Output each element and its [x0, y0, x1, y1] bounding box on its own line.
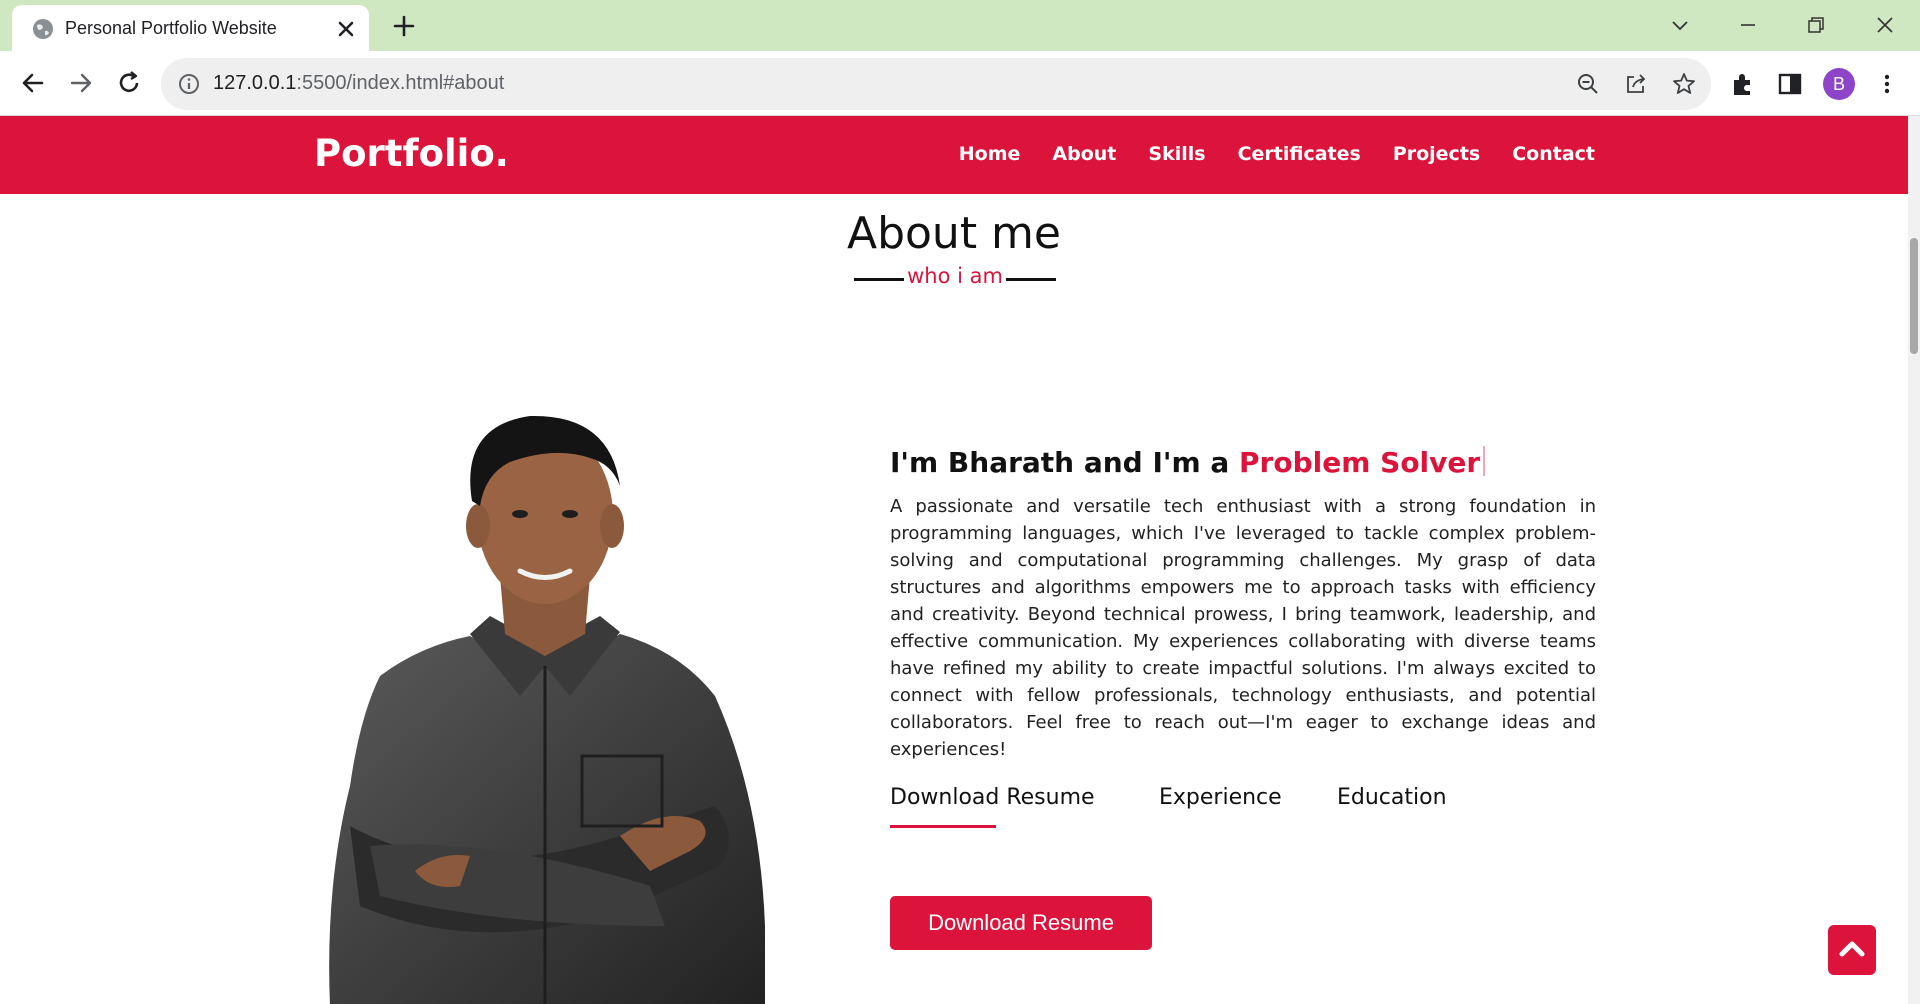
- nav-link-contact[interactable]: Contact: [1512, 143, 1595, 165]
- forward-icon[interactable]: [64, 66, 98, 100]
- chevron-down-icon[interactable]: [1663, 8, 1697, 42]
- browser-tab-strip: Personal Portfolio Website: [0, 0, 1920, 51]
- typing-caret: [1483, 446, 1486, 476]
- nav-link-skills[interactable]: Skills: [1148, 143, 1205, 165]
- section-subtitle: who i am: [854, 262, 1056, 294]
- page-scrollbar[interactable]: [1908, 116, 1920, 1004]
- bio-paragraph: A passionate and versatile tech enthusia…: [890, 496, 1596, 760]
- address-bar[interactable]: 127.0.0.1:5500/index.html#about: [161, 58, 1711, 110]
- download-resume-button[interactable]: Download Resume: [890, 896, 1152, 950]
- new-tab-icon[interactable]: [390, 12, 418, 40]
- tab-experience[interactable]: Experience: [1159, 785, 1282, 810]
- divider-line: [1006, 278, 1056, 281]
- section-title: About me: [846, 208, 1061, 259]
- scroll-to-top-button[interactable]: [1828, 925, 1876, 975]
- profile-avatar[interactable]: B: [1823, 68, 1855, 100]
- intro-heading: I'm Bharath and I'm a Problem Solver: [890, 446, 1596, 479]
- chevron-up-icon: [1839, 941, 1865, 957]
- close-icon[interactable]: [334, 17, 358, 41]
- browser-toolbar: 127.0.0.1:5500/index.html#about B: [0, 51, 1920, 116]
- nav-link-certificates[interactable]: Certificates: [1238, 143, 1361, 165]
- restore-icon[interactable]: [1799, 8, 1833, 42]
- zoom-out-icon[interactable]: [1575, 71, 1601, 97]
- side-panel-icon[interactable]: [1775, 69, 1805, 99]
- browser-tab[interactable]: Personal Portfolio Website: [12, 5, 369, 51]
- more-menu-icon[interactable]: [1872, 69, 1902, 99]
- page-viewport: Portfolio. Home About Skills Certificate…: [0, 116, 1908, 1004]
- nav-menu: Home About Skills Certificates Projects …: [959, 143, 1595, 165]
- minimize-icon[interactable]: [1731, 8, 1765, 42]
- tab-download-resume[interactable]: Download Resume: [890, 785, 1095, 810]
- reload-icon[interactable]: [112, 66, 146, 100]
- about-content: I'm Bharath and I'm a Problem Solver A p…: [890, 446, 1596, 950]
- share-icon[interactable]: [1623, 71, 1649, 97]
- nav-link-about[interactable]: About: [1052, 143, 1116, 165]
- info-icon[interactable]: [177, 72, 201, 96]
- tab-education[interactable]: Education: [1337, 785, 1447, 810]
- window-close-icon[interactable]: [1868, 8, 1902, 42]
- globe-icon: [33, 19, 53, 39]
- bookmark-star-icon[interactable]: [1671, 71, 1697, 97]
- about-tabs: Download Resume Experience Education: [890, 785, 1596, 833]
- subtitle-text: who i am: [907, 264, 1003, 288]
- active-tab-indicator: [890, 825, 996, 828]
- typed-role: Problem Solver: [1239, 446, 1481, 479]
- nav-link-home[interactable]: Home: [959, 143, 1021, 165]
- site-navbar: Portfolio. Home About Skills Certificate…: [0, 116, 1908, 194]
- site-logo[interactable]: Portfolio.: [314, 132, 509, 175]
- url-text[interactable]: 127.0.0.1:5500/index.html#about: [213, 72, 504, 95]
- nav-link-projects[interactable]: Projects: [1393, 143, 1480, 165]
- profile-photo: [329, 415, 765, 1004]
- scrollbar-thumb[interactable]: [1910, 238, 1918, 354]
- extensions-icon[interactable]: [1728, 69, 1758, 99]
- back-icon[interactable]: [16, 66, 50, 100]
- tab-title: Personal Portfolio Website: [65, 18, 277, 38]
